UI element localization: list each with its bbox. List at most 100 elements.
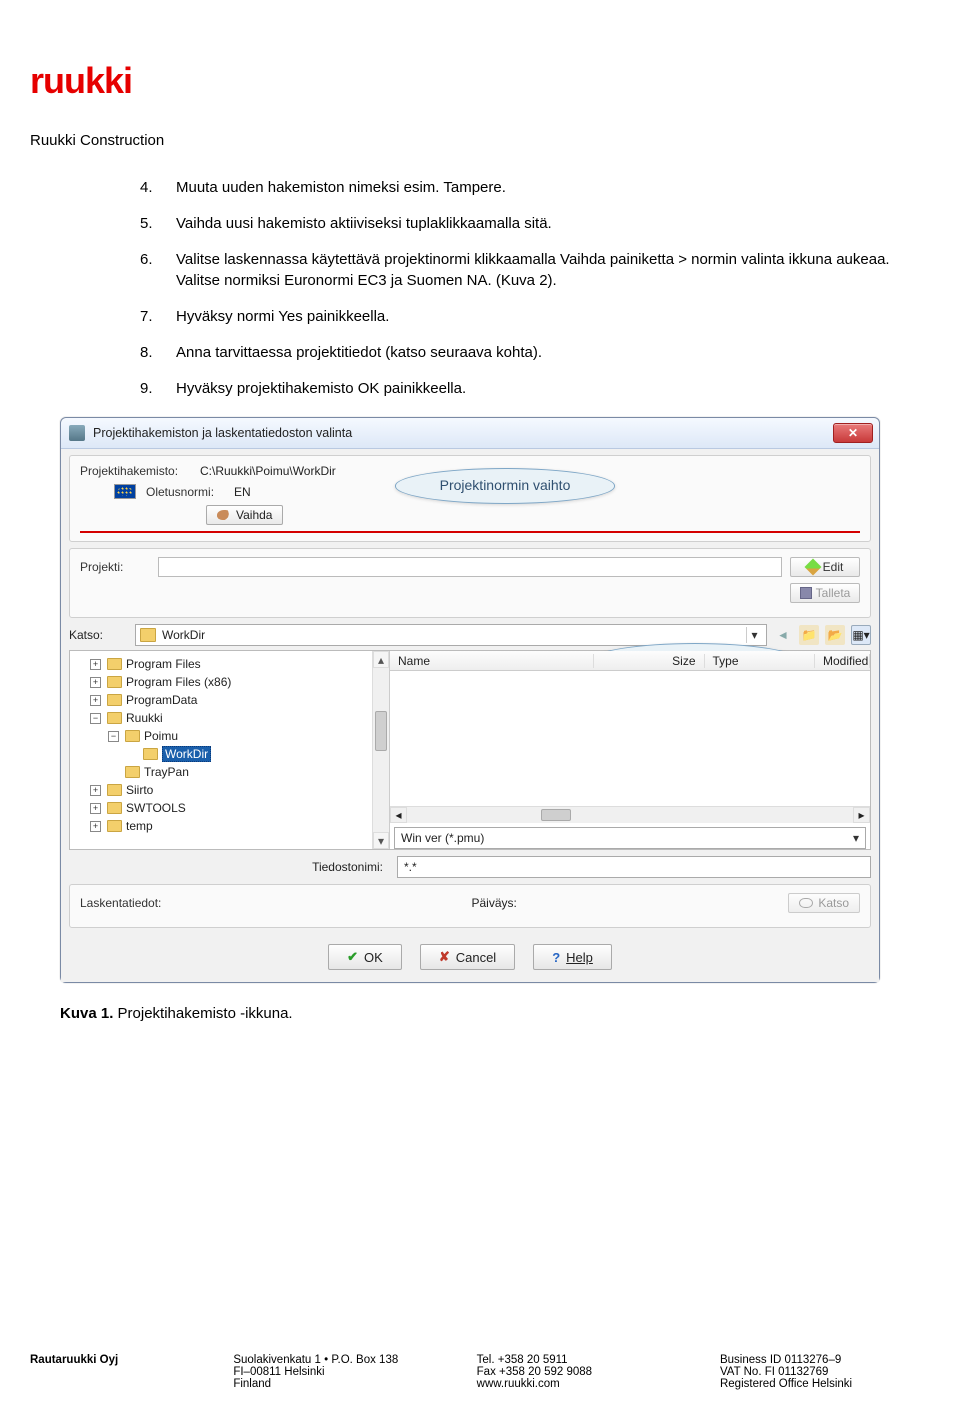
save-label: Talleta bbox=[816, 586, 851, 600]
filter-value: Win ver (*.pmu) bbox=[401, 831, 484, 845]
scroll-left-icon[interactable]: ◂ bbox=[390, 807, 407, 823]
filename-input[interactable]: *.* bbox=[397, 856, 871, 878]
eye-icon bbox=[799, 898, 813, 908]
pencil-icon bbox=[804, 559, 821, 576]
expand-icon[interactable]: + bbox=[90, 803, 101, 814]
close-button[interactable]: ✕ bbox=[833, 423, 873, 443]
expand-icon[interactable]: + bbox=[90, 659, 101, 670]
window-title: Projektihakemiston ja laskentatiedoston … bbox=[93, 426, 833, 440]
projekti-input[interactable] bbox=[158, 557, 782, 577]
cancel-label: Cancel bbox=[456, 950, 496, 965]
tree-scrollbar[interactable]: ▴ ▾ bbox=[372, 651, 389, 849]
disk-icon bbox=[800, 587, 812, 599]
list-header: Name Size Type Modified bbox=[390, 651, 870, 671]
tree-item[interactable]: Program Files bbox=[126, 657, 201, 671]
tree-item[interactable]: Ruukki bbox=[126, 711, 163, 725]
cancel-button[interactable]: ✘ Cancel bbox=[420, 944, 515, 970]
help-button[interactable]: ? Help bbox=[533, 944, 612, 970]
folder-icon bbox=[107, 676, 122, 688]
katso-label: Katso: bbox=[69, 628, 129, 642]
step-text: Hyväksy projektihakemisto OK painikkeell… bbox=[176, 378, 910, 400]
red-underline bbox=[80, 531, 860, 533]
new-folder-icon[interactable]: 📂 bbox=[825, 625, 845, 645]
folder-icon bbox=[143, 748, 158, 760]
tree-item[interactable]: TrayPan bbox=[144, 765, 189, 779]
titlebar: Projektihakemiston ja laskentatiedoston … bbox=[61, 418, 879, 449]
caption-label: Kuva 1. bbox=[60, 1005, 113, 1022]
scroll-thumb[interactable] bbox=[541, 809, 571, 821]
expand-icon[interactable]: + bbox=[90, 695, 101, 706]
katso-button[interactable]: Katso bbox=[788, 893, 860, 913]
expand-icon[interactable]: + bbox=[90, 677, 101, 688]
col-size-header[interactable]: Size bbox=[594, 654, 705, 668]
col-type-header[interactable]: Type bbox=[705, 654, 816, 668]
figure-caption: Kuva 1. Projektihakemisto -ikkuna. bbox=[60, 1005, 880, 1022]
vaihda-button[interactable]: Vaihda bbox=[206, 505, 283, 525]
norm-label: Oletusnormi: bbox=[146, 485, 234, 499]
col-modified-header[interactable]: Modified bbox=[815, 654, 870, 668]
app-icon bbox=[69, 425, 85, 441]
tree-item[interactable]: temp bbox=[126, 819, 153, 833]
chevron-down-icon[interactable]: ▾ bbox=[746, 627, 762, 643]
edit-label: Edit bbox=[823, 560, 844, 574]
folder-icon bbox=[107, 658, 122, 670]
katso-btn-label: Katso bbox=[818, 896, 849, 910]
list-body bbox=[390, 671, 870, 806]
step-num: 4. bbox=[140, 177, 176, 199]
footer-bid: Business ID 0113276–9 bbox=[720, 1354, 920, 1366]
tree-item[interactable]: Siirto bbox=[126, 783, 153, 797]
laskentatiedot-label: Laskentatiedot: bbox=[80, 896, 200, 910]
palette-icon bbox=[217, 510, 231, 520]
file-list[interactable]: Name Size Type Modified ◂ ▸ bbox=[390, 651, 870, 849]
tree-item[interactable]: ProgramData bbox=[126, 693, 197, 707]
instruction-list: 4.Muuta uuden hakemiston nimeksi esim. T… bbox=[140, 177, 910, 399]
tree-item[interactable]: SWTOOLS bbox=[126, 801, 186, 815]
step-text: Muuta uuden hakemiston nimeksi esim. Tam… bbox=[176, 177, 910, 199]
caption-text: Projektihakemisto -ikkuna. bbox=[113, 1005, 292, 1022]
help-label: Help bbox=[566, 950, 593, 965]
tree-item[interactable]: Poimu bbox=[144, 729, 178, 743]
paivays-label: Päiväys: bbox=[471, 896, 516, 910]
katso-value: WorkDir bbox=[162, 628, 205, 642]
footer-reg: Registered Office Helsinki bbox=[720, 1378, 920, 1390]
ok-button[interactable]: ✔ OK bbox=[328, 944, 402, 970]
col-name-header[interactable]: Name bbox=[390, 654, 594, 668]
scroll-right-icon[interactable]: ▸ bbox=[853, 807, 870, 823]
footer-tel: Tel. +358 20 5911 bbox=[477, 1354, 677, 1366]
eu-flag-icon bbox=[114, 484, 136, 499]
dialog-buttons: ✔ OK ✘ Cancel ? Help bbox=[61, 934, 879, 982]
list-hscrollbar[interactable]: ◂ ▸ bbox=[390, 806, 870, 823]
step-num: 8. bbox=[140, 342, 176, 364]
folder-up-icon[interactable]: 📁 bbox=[799, 625, 819, 645]
tree-item[interactable]: Program Files (x86) bbox=[126, 675, 231, 689]
scroll-thumb[interactable] bbox=[375, 711, 387, 751]
back-icon[interactable]: ◄ bbox=[773, 625, 793, 645]
x-icon: ✘ bbox=[439, 949, 450, 965]
edit-button[interactable]: Edit bbox=[790, 557, 860, 577]
chevron-down-icon[interactable]: ▾ bbox=[853, 831, 859, 845]
scroll-down-icon[interactable]: ▾ bbox=[373, 832, 389, 849]
step-num: 9. bbox=[140, 378, 176, 400]
step-num: 7. bbox=[140, 306, 176, 328]
norm-value: EN bbox=[234, 485, 251, 499]
collapse-icon[interactable]: − bbox=[90, 713, 101, 724]
path-value: C:\Ruukki\Poimu\WorkDir bbox=[200, 464, 336, 478]
collapse-icon[interactable]: − bbox=[108, 731, 119, 742]
step-text: Hyväksy normi Yes painikkeella. bbox=[176, 306, 910, 328]
scroll-up-icon[interactable]: ▴ bbox=[373, 651, 389, 668]
folder-tree[interactable]: + Program Files + Program Files (x86) + Pro… bbox=[70, 651, 390, 849]
view-menu-icon[interactable]: ▦▾ bbox=[851, 625, 871, 645]
tree-item-selected[interactable]: WorkDir bbox=[162, 746, 211, 762]
save-button[interactable]: Talleta bbox=[790, 583, 860, 603]
projekti-label: Projekti: bbox=[80, 560, 150, 574]
expand-icon[interactable]: + bbox=[90, 821, 101, 832]
expand-icon[interactable]: + bbox=[90, 785, 101, 796]
footer-addr3: Finland bbox=[233, 1378, 433, 1390]
question-icon: ? bbox=[552, 950, 560, 965]
callout-norm-change: Projektinormin vaihto bbox=[395, 468, 615, 504]
folder-icon bbox=[107, 820, 122, 832]
folder-icon bbox=[125, 730, 140, 742]
footer-vat: VAT No. FI 01132769 bbox=[720, 1366, 920, 1378]
filetype-filter[interactable]: Win ver (*.pmu) ▾ bbox=[394, 827, 866, 849]
vaihda-label: Vaihda bbox=[236, 508, 272, 522]
